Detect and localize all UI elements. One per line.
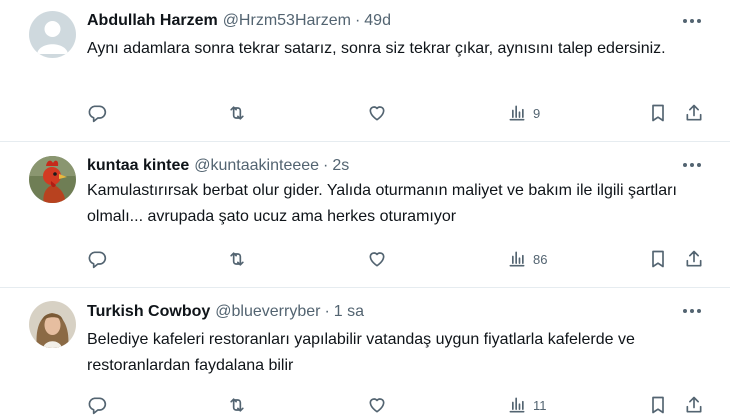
- bookmark-button[interactable]: [648, 394, 668, 416]
- avatar[interactable]: [29, 301, 76, 348]
- more-options-icon[interactable]: [681, 12, 703, 30]
- tweet[interactable]: Turkish Cowboy @blueverryber · 1 sa Belediy…: [0, 288, 730, 420]
- action-bar: 9: [87, 102, 730, 126]
- views-icon: [509, 397, 525, 413]
- views-count: 11: [533, 397, 547, 413]
- author-name[interactable]: kuntaa kintee: [87, 157, 189, 174]
- action-bar: 11: [87, 394, 730, 418]
- author-handle[interactable]: @Hrzm53Harzem: [223, 12, 351, 29]
- views-icon: [509, 105, 525, 121]
- heart-icon: [369, 106, 385, 121]
- timestamp[interactable]: 1 sa: [334, 303, 364, 320]
- bookmark-icon: [652, 104, 664, 122]
- author-name[interactable]: Abdullah Harzem: [87, 12, 218, 29]
- retweet-button[interactable]: [227, 394, 247, 416]
- tweet[interactable]: kuntaa kintee @kuntaakinteeee · 2s Kamulast…: [0, 142, 730, 288]
- bookmark-button[interactable]: [648, 102, 668, 124]
- share-button[interactable]: [684, 102, 704, 124]
- views-button[interactable]: 11: [507, 394, 547, 416]
- share-button[interactable]: [684, 394, 704, 416]
- views-button[interactable]: 86: [507, 248, 547, 270]
- timestamp[interactable]: 2s: [332, 157, 349, 174]
- share-icon: [686, 396, 702, 413]
- retweet-button[interactable]: [227, 102, 247, 124]
- bookmark-button[interactable]: [648, 248, 668, 270]
- views-count: 86: [533, 251, 548, 267]
- separator: ·: [354, 12, 361, 29]
- tweet[interactable]: Abdullah Harzem @Hrzm53Harzem · 49d Aynı ad…: [0, 0, 730, 142]
- heart-icon: [369, 398, 385, 413]
- timestamp[interactable]: 49d: [364, 12, 391, 29]
- like-button[interactable]: [367, 102, 387, 124]
- reply-icon: [88, 105, 107, 123]
- avatar[interactable]: [29, 11, 76, 58]
- like-button[interactable]: [367, 248, 387, 270]
- author-handle[interactable]: @blueverryber: [215, 303, 320, 320]
- bookmark-icon: [652, 396, 664, 414]
- share-icon: [686, 104, 702, 121]
- default-avatar-icon: [29, 11, 76, 58]
- rooster-avatar-icon: [29, 156, 76, 203]
- author-name[interactable]: Turkish Cowboy: [87, 303, 210, 320]
- reply-button[interactable]: [87, 102, 107, 124]
- action-bar: 86: [87, 248, 730, 272]
- views-count: 9: [533, 105, 541, 121]
- woman-avatar-icon: [29, 301, 76, 348]
- reply-button[interactable]: [87, 394, 107, 416]
- like-button[interactable]: [367, 394, 387, 416]
- reply-icon: [88, 397, 107, 415]
- bookmark-icon: [652, 250, 664, 268]
- reply-button[interactable]: [87, 248, 107, 270]
- share-button[interactable]: [684, 248, 704, 270]
- author-handle[interactable]: @kuntaakinteeee: [194, 157, 319, 174]
- tweet-text: Kamulastırırsak berbat olur gider. Yalıd…: [87, 182, 677, 225]
- retweet-button[interactable]: [227, 248, 247, 270]
- share-icon: [686, 250, 702, 267]
- heart-icon: [369, 252, 385, 267]
- more-options-icon[interactable]: [681, 302, 703, 320]
- reply-icon: [88, 251, 107, 269]
- more-options-icon[interactable]: [681, 156, 703, 174]
- retweet-icon: [230, 106, 244, 120]
- views-button[interactable]: 9: [507, 102, 540, 124]
- tweet-feed: Abdullah Harzem @Hrzm53Harzem · 49d Aynı ad…: [0, 0, 730, 420]
- avatar[interactable]: [29, 156, 76, 203]
- views-icon: [509, 251, 525, 267]
- tweet-text: Aynı adamlara sonra tekrar satarız, sonr…: [87, 40, 666, 57]
- retweet-icon: [230, 398, 244, 412]
- separator: ·: [323, 157, 329, 174]
- separator: ·: [324, 303, 330, 320]
- tweet-text: Belediye kafeleri restoranları yapılabil…: [87, 331, 635, 374]
- retweet-icon: [230, 252, 244, 266]
